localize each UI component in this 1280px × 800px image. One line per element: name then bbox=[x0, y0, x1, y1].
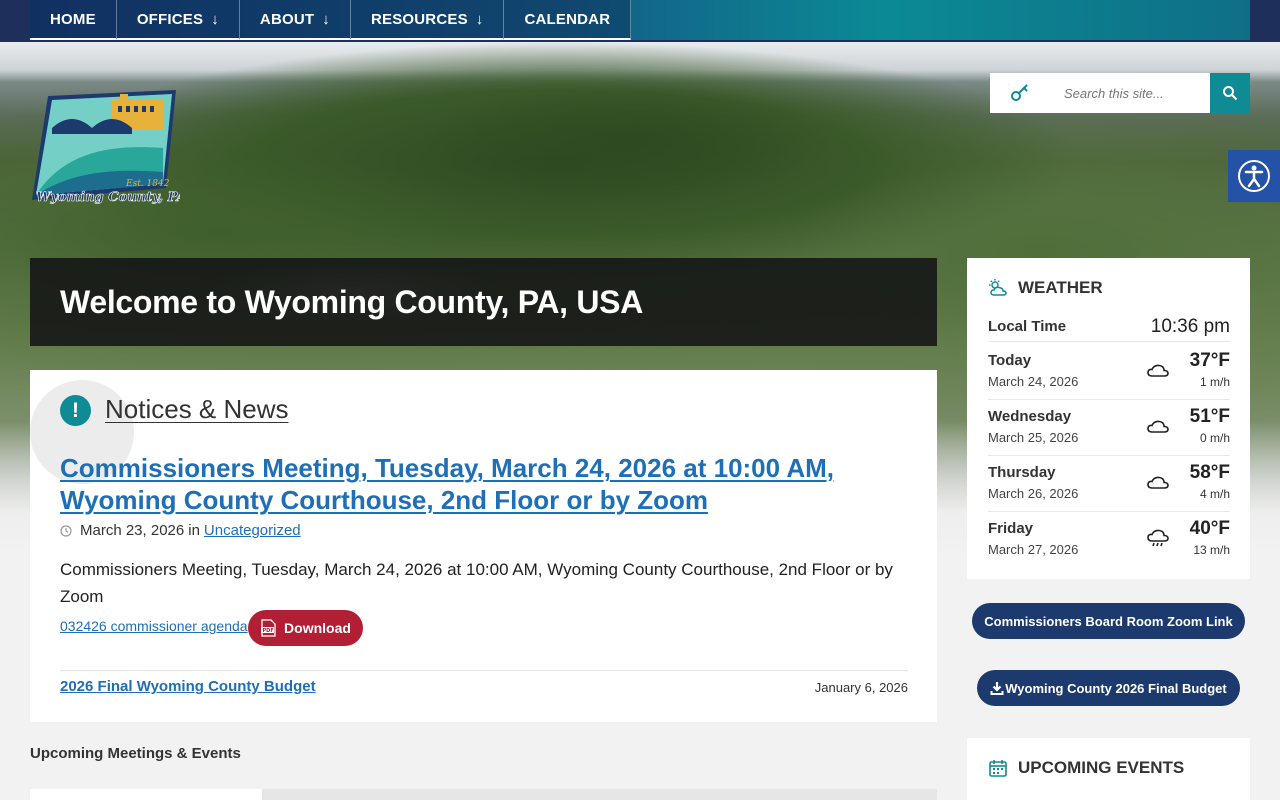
forecast-day: Friday bbox=[988, 520, 1034, 537]
nav-home[interactable]: HOME bbox=[30, 0, 117, 40]
nav-calendar-label: CALENDAR bbox=[524, 10, 611, 28]
forecast-temp: 58°F bbox=[1189, 462, 1230, 483]
news-meta: March 23, 2026 in Uncategorized bbox=[60, 522, 301, 539]
budget-news-date: January 6, 2026 bbox=[814, 680, 908, 695]
cloud-icon bbox=[1147, 420, 1169, 433]
final-budget-button[interactable]: Wyoming County 2026 Final Budget bbox=[977, 670, 1240, 706]
upcoming-meetings-heading: Upcoming Meetings & Events bbox=[30, 745, 241, 762]
weather-title-label: WEATHER bbox=[1018, 278, 1103, 297]
news-excerpt: Commissioners Meeting, Tuesday, March 24… bbox=[60, 560, 893, 606]
rain-cloud-icon bbox=[1147, 529, 1169, 547]
local-time-label: Local Time bbox=[988, 318, 1067, 335]
nav-offices[interactable]: OFFICES ↓ bbox=[116, 0, 240, 40]
search-icon bbox=[1223, 86, 1238, 101]
logo-established-text: Est. 1842 bbox=[125, 179, 170, 189]
divider bbox=[60, 670, 908, 671]
clock-icon bbox=[60, 524, 72, 537]
forecast-date: March 25, 2026 bbox=[988, 430, 1079, 445]
county-logo-graphic: Est. 1842 Wyoming County, PA bbox=[32, 90, 187, 205]
nav-about[interactable]: ABOUT ↓ bbox=[239, 0, 351, 40]
forecast-wind: 0 m/h bbox=[1199, 431, 1230, 445]
main-menu: HOME OFFICES ↓ ABOUT ↓ RESOURCES ↓ CALENDAR bbox=[30, 0, 632, 40]
welcome-banner: Welcome to Wyoming County, PA, USA bbox=[30, 258, 937, 346]
arrow-down-icon: ↓ bbox=[475, 10, 484, 28]
upcoming-events-label: UPCOMING EVENTS bbox=[1018, 758, 1185, 777]
top-navigation-bar: HOME OFFICES ↓ ABOUT ↓ RESOURCES ↓ CALENDAR bbox=[0, 0, 1280, 42]
news-category-link[interactable]: Uncategorized bbox=[204, 522, 301, 539]
accessibility-icon bbox=[1238, 160, 1270, 192]
nav-about-label: ABOUT bbox=[259, 10, 315, 28]
nav-offices-label: OFFICES bbox=[136, 10, 204, 28]
login-key-button[interactable] bbox=[990, 73, 1050, 113]
attachment-link[interactable]: 032426 commissioner agenda bbox=[60, 618, 248, 634]
upcoming-events-widget: UPCOMING EVENTS bbox=[967, 738, 1250, 800]
zoom-link-button[interactable]: Commissioners Board Room Zoom Link bbox=[972, 603, 1245, 639]
forecast-day: Thursday bbox=[988, 464, 1056, 481]
forecast-date: March 27, 2026 bbox=[988, 542, 1079, 557]
budget-news-link[interactable]: 2026 Final Wyoming County Budget bbox=[60, 678, 316, 695]
forecast-day: Today bbox=[988, 352, 1032, 369]
accessibility-toolbar-button[interactable] bbox=[1228, 150, 1280, 202]
forecast-date: March 26, 2026 bbox=[988, 486, 1079, 501]
upcoming-events-title: UPCOMING EVENTS bbox=[988, 758, 1184, 778]
download-label: Download bbox=[284, 620, 351, 636]
county-logo[interactable]: Est. 1842 Wyoming County, PA bbox=[30, 88, 187, 208]
forecast-row: Thursday March 26, 2026 58°F 4 m/h bbox=[988, 456, 1230, 512]
forecast-wind: 1 m/h bbox=[1199, 375, 1230, 389]
events-tab-active[interactable] bbox=[30, 789, 262, 800]
news-headline-link[interactable]: Commissioners Meeting, Tuesday, March 24… bbox=[60, 452, 880, 516]
page-title: Welcome to Wyoming County, PA, USA bbox=[60, 283, 644, 320]
local-time-row: Local Time 10:36 pm bbox=[988, 312, 1230, 342]
forecast-temp: 51°F bbox=[1189, 406, 1230, 427]
search-button[interactable] bbox=[1210, 73, 1250, 113]
weather-title: WEATHER bbox=[988, 278, 1103, 298]
final-budget-label: Wyoming County 2026 Final Budget bbox=[1005, 680, 1227, 696]
logo-name-text: Wyoming County, PA bbox=[36, 190, 180, 205]
weather-widget: WEATHER Local Time 10:36 pm Today March … bbox=[967, 258, 1250, 579]
exclamation-icon: ! bbox=[60, 395, 91, 426]
news-date: March 23, 2026 bbox=[80, 522, 185, 539]
download-icon bbox=[990, 682, 1004, 695]
notices-news-heading[interactable]: Notices & News bbox=[105, 394, 289, 425]
forecast-date: March 24, 2026 bbox=[988, 374, 1079, 389]
forecast-wind: 4 m/h bbox=[1199, 487, 1230, 501]
forecast-row: Wednesday March 25, 2026 51°F 0 m/h bbox=[988, 400, 1230, 456]
nav-calendar[interactable]: CALENDAR bbox=[504, 0, 632, 40]
forecast-temp: 40°F bbox=[1189, 518, 1230, 539]
local-time-value: 10:36 pm bbox=[1150, 315, 1230, 337]
partly-cloudy-icon bbox=[989, 279, 1007, 296]
forecast-temp: 37°F bbox=[1189, 350, 1230, 371]
news-card: ! Notices & News Commissioners Meeting, … bbox=[30, 370, 937, 722]
search-input[interactable] bbox=[1050, 73, 1210, 113]
nav-home-label: HOME bbox=[50, 10, 96, 28]
arrow-down-icon: ↓ bbox=[322, 10, 330, 28]
forecast-row: Today March 24, 2026 37°F 1 m/h bbox=[988, 344, 1230, 400]
nav-resources[interactable]: RESOURCES ↓ bbox=[350, 0, 505, 40]
cloud-icon bbox=[1147, 476, 1169, 489]
news-in-text: in bbox=[188, 522, 200, 539]
cloud-icon bbox=[1147, 364, 1169, 377]
pdf-file-icon: PDF bbox=[261, 619, 276, 637]
key-icon bbox=[1011, 84, 1028, 101]
events-tab-strip bbox=[30, 789, 937, 800]
nav-resources-label: RESOURCES bbox=[370, 10, 468, 28]
calendar-icon bbox=[989, 760, 1007, 777]
arrow-down-icon: ↓ bbox=[211, 10, 219, 28]
forecast-day: Wednesday bbox=[988, 408, 1072, 425]
svg-text:PDF: PDF bbox=[263, 628, 274, 634]
download-button[interactable]: PDF Download bbox=[248, 610, 363, 646]
forecast-row: Friday March 27, 2026 40°F 13 m/h bbox=[988, 512, 1230, 568]
forecast-wind: 13 m/h bbox=[1193, 543, 1230, 557]
